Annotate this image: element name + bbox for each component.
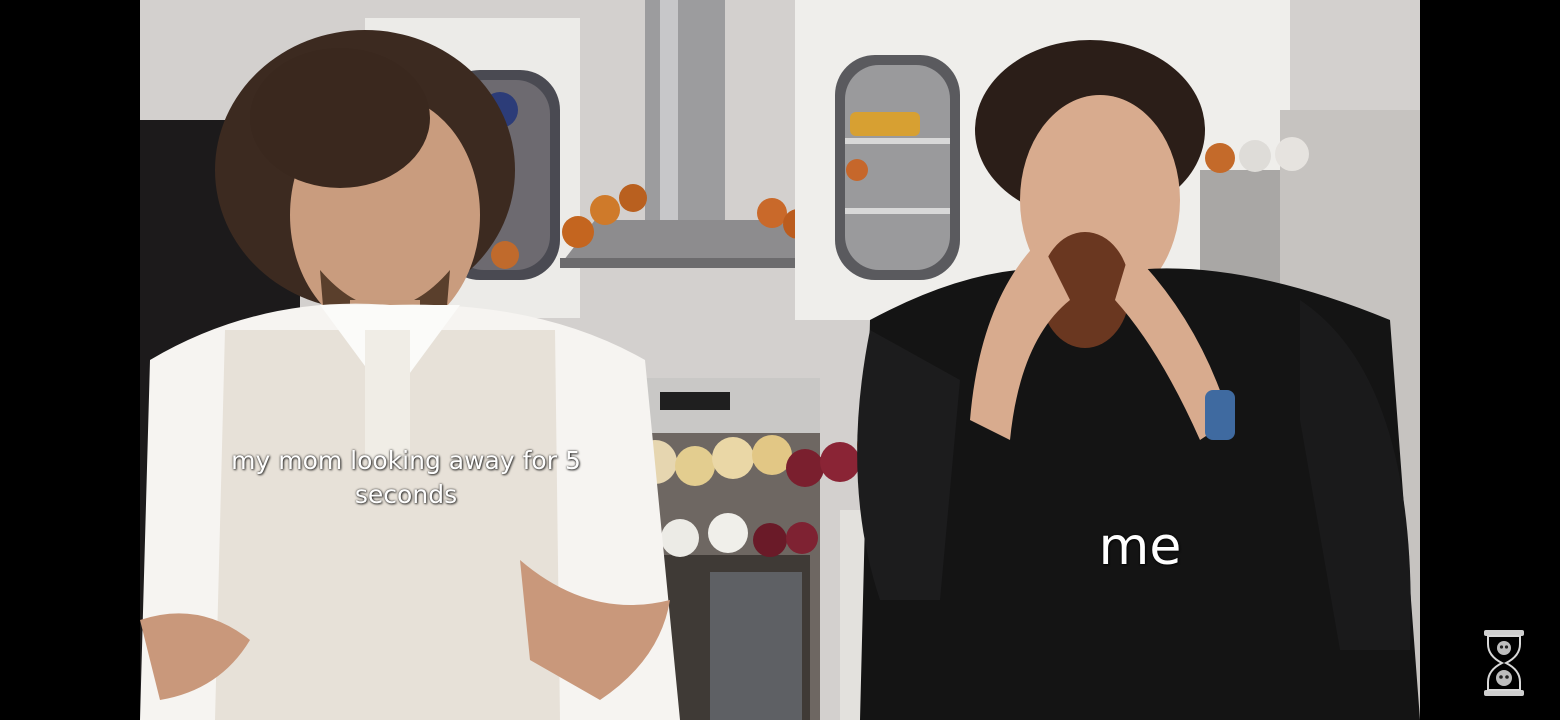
kitchen-scene (140, 0, 1420, 720)
meme-frame: my mom looking away for 5 seconds me (0, 0, 1560, 720)
caption-me: me (1098, 517, 1182, 577)
onion-yellow (1205, 143, 1235, 173)
caption-top-left: my mom looking away for 5 seconds (231, 446, 581, 509)
hourglass-skull-icon (1478, 628, 1530, 698)
video-still (140, 0, 1420, 720)
onion-white (1275, 137, 1309, 171)
onion-white (1239, 140, 1271, 172)
